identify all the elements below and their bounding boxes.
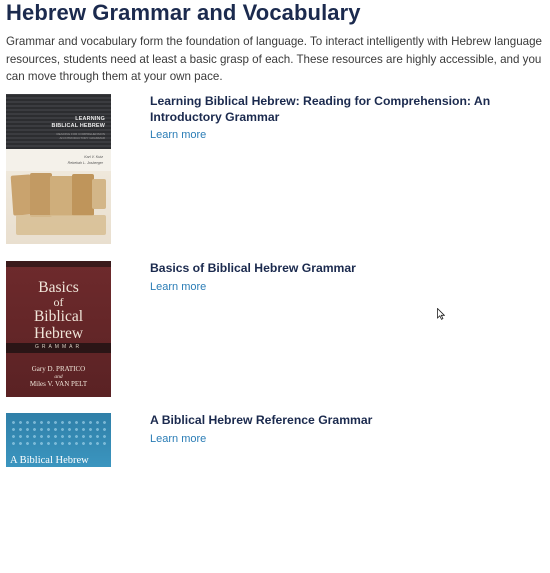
cover-edition-band bbox=[6, 261, 111, 267]
page-title: Hebrew Grammar and Vocabulary bbox=[6, 0, 361, 25]
resource-item: A Biblical Hebrew A Biblical Hebrew Refe… bbox=[6, 413, 546, 573]
cover-dot-pattern bbox=[10, 419, 107, 449]
cover-maroon-panel: Basics of Biblical Hebrew GRAMMAR Gary D… bbox=[6, 261, 111, 397]
resource-title[interactable]: A Biblical Hebrew Reference Grammar bbox=[150, 413, 546, 429]
cover-author: Gary D. PRATICO bbox=[31, 365, 86, 373]
cover-scroll-image bbox=[6, 171, 111, 244]
learn-more-link[interactable]: Learn more bbox=[150, 432, 206, 447]
cover-dark-panel: LEARNING BIBLICAL HEBREW READING FOR COM… bbox=[6, 94, 111, 149]
resource-info: Basics of Biblical Hebrew Grammar Learn … bbox=[150, 261, 546, 295]
cover-author: Rebekah L. Josberger bbox=[67, 161, 103, 165]
cover-title-line: LEARNING bbox=[75, 116, 105, 122]
cover-author-panel: Karl V. Kutz Rebekah L. Josberger bbox=[6, 149, 111, 171]
book-cover-basics-of-biblical-hebrew[interactable]: Basics of Biblical Hebrew GRAMMAR Gary D… bbox=[6, 261, 111, 397]
resource-item: Basics of Biblical Hebrew GRAMMAR Gary D… bbox=[6, 261, 546, 421]
cover-title: A Biblical Hebrew bbox=[10, 455, 89, 466]
cover-title-line: Hebrew bbox=[33, 325, 84, 342]
cover-title-line: Biblical bbox=[33, 308, 84, 325]
resource-title[interactable]: Learning Biblical Hebrew: Reading for Co… bbox=[150, 94, 546, 125]
resource-info: Learning Biblical Hebrew: Reading for Co… bbox=[150, 94, 546, 143]
mouse-cursor-icon bbox=[437, 308, 445, 320]
cover-title-line: BIBLICAL HEBREW bbox=[51, 123, 105, 129]
learn-more-link[interactable]: Learn more bbox=[150, 280, 206, 295]
cover-blue-panel: A Biblical Hebrew bbox=[6, 413, 111, 467]
cover-authors: Gary D. PRATICO and Miles V. VAN PELT bbox=[6, 365, 111, 389]
book-cover-biblical-hebrew-reference-grammar[interactable]: A Biblical Hebrew bbox=[6, 413, 111, 467]
cover-grammar-label: GRAMMAR bbox=[34, 344, 83, 350]
cover-title-line: of bbox=[53, 295, 64, 309]
resource-info: A Biblical Hebrew Reference Grammar Lear… bbox=[150, 413, 546, 447]
cover-author: Miles V. VAN PELT bbox=[29, 380, 88, 388]
cover-author: Karl V. Kutz bbox=[84, 155, 103, 159]
learn-more-link[interactable]: Learn more bbox=[150, 128, 206, 143]
book-cover-learning-biblical-hebrew[interactable]: LEARNING BIBLICAL HEBREW READING FOR COM… bbox=[6, 94, 111, 244]
cover-subtitle: AN INTRODUCTORY GRAMMAR bbox=[59, 136, 105, 140]
cover-title-line: Basics bbox=[38, 279, 79, 296]
intro-paragraph: Grammar and vocabulary form the foundati… bbox=[6, 35, 542, 83]
cover-title: Basics of Biblical Hebrew bbox=[6, 279, 111, 342]
resource-item: LEARNING BIBLICAL HEBREW READING FOR COM… bbox=[6, 94, 546, 254]
resource-title[interactable]: Basics of Biblical Hebrew Grammar bbox=[150, 261, 546, 277]
